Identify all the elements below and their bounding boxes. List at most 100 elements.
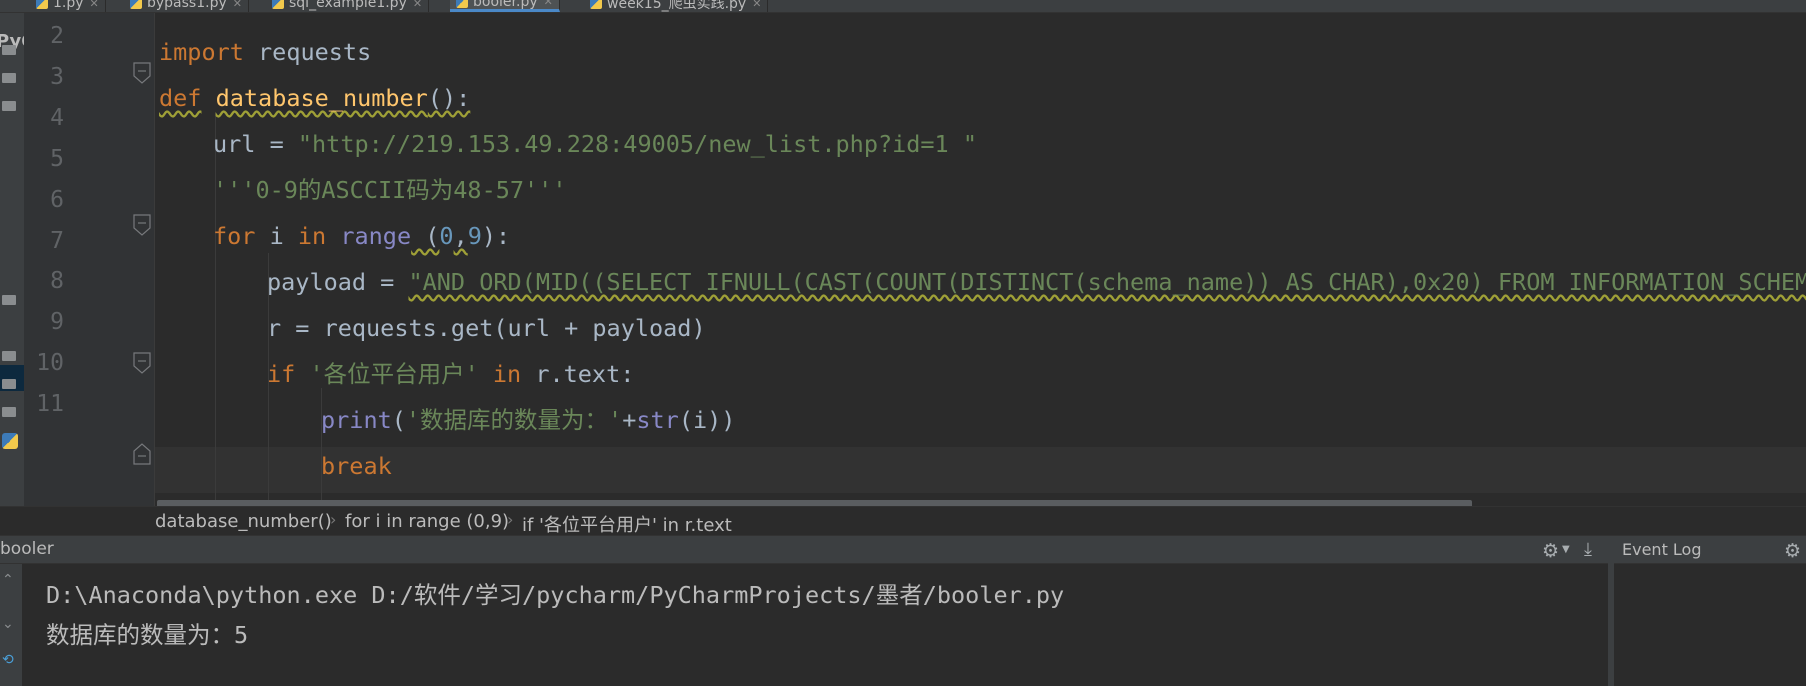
tab-bypass1-py[interactable]: bypass1.py ✕ [124,0,249,12]
number-literal: 0 [439,222,454,250]
code-text: url = [213,130,298,158]
keyword: in [297,222,327,250]
tab-1-py[interactable]: 1.py ✕ [30,0,106,12]
keyword: if [267,360,296,388]
close-icon[interactable]: ✕ [413,0,422,10]
folder-icon[interactable] [2,101,16,111]
editor-tab-bar: 1.py ✕ bypass1.py ✕ sql_example1.py ✕ bo… [0,0,1806,13]
line-number: 11 [36,391,64,417]
code-text: ( [391,406,406,434]
string-literal: '数据库的数量为：' [405,406,623,434]
code-text: , [453,222,468,250]
tab-sql-example1-py[interactable]: sql_example1.py ✕ [266,0,430,12]
current-line-highlight [155,447,1806,493]
line-number: 6 [50,187,64,213]
fold-end-icon[interactable] [133,443,151,465]
string-literal: '各位平台用户' [295,360,493,388]
rerun-icon[interactable]: ⟲ [2,652,14,668]
chevron-down-icon[interactable]: ▼ [1562,544,1570,555]
code-line-8: r = requests.get(url + payload) [267,305,706,351]
chevron-down-icon[interactable]: ⌄ [2,616,14,632]
folder-icon[interactable] [2,45,16,55]
breadcrumb-item[interactable]: for i in range (0,9) [345,511,509,532]
code-text: payload = [267,268,409,296]
tab-label: 1.py [53,0,84,11]
hide-panel-icon[interactable]: ⤓ [1584,539,1592,560]
folder-icon[interactable] [2,407,16,417]
close-icon[interactable]: ✕ [233,0,242,10]
code-line-6: for i in range (0,9): [213,213,510,259]
code-line-2: import requests [159,29,371,75]
tab-label: booler.py [473,0,538,10]
code-line-10: print('数据库的数量为：'+str(i)) [321,397,735,443]
code-text: ( [411,222,440,250]
python-file-icon [36,0,48,9]
fold-collapse-icon[interactable] [133,352,151,374]
code-line-5: '''0-9的ASCCII码为48-57''' [213,167,566,213]
code-text: requests [243,38,372,66]
tab-label: bypass1.py [147,0,227,11]
tab-week15-py[interactable]: week15_爬虫实践.py ✕ [584,0,769,12]
function-name: database_number [215,84,428,112]
line-number: 3 [50,64,64,90]
code-line-7: payload = "AND ORD(MID((SELECT IFNULL(CA… [267,259,1806,305]
breadcrumb-item[interactable]: if '各位平台用户' in r.text [522,511,732,537]
fold-collapse-icon[interactable] [133,214,151,236]
event-log-header: Event Log ⚙ [1614,536,1806,564]
python-file-icon [130,0,142,9]
line-number: 10 [36,350,64,376]
fold-collapse-icon[interactable] [133,62,151,84]
keyword: import [159,38,244,66]
code-editor[interactable]: import requests def database_number(): u… [155,13,1806,506]
keyword: in [492,360,522,388]
code-text: ): [481,222,511,250]
line-number: 7 [50,228,64,254]
code-line-4: url = "http://219.153.49.228:49005/new_l… [213,121,977,167]
tab-label: week15_爬虫实践.py [607,0,747,12]
folder-icon[interactable] [2,379,16,389]
folder-icon[interactable] [2,295,16,305]
code-text: r.text: [521,360,635,388]
close-icon[interactable]: ✕ [752,0,761,10]
run-toolbar: ⌃ ⌄ ⟲ [0,564,22,686]
chevron-right-icon: › [507,510,514,529]
run-panel-header: booler ⚙ ▼ ⤓ [0,536,1608,564]
string-literal: "AND ORD(MID((SELECT IFNULL(CAST(COUNT(D… [408,268,1806,296]
gear-icon[interactable]: ⚙ [1542,540,1559,562]
code-line-3: def database_number(): [159,75,470,121]
chevron-right-icon: › [330,510,337,529]
tab-booler-py[interactable]: booler.py ✕ [450,0,560,12]
breadcrumb-item[interactable]: database_number() [155,511,332,532]
code-text: (): [427,84,471,112]
chevron-up-icon[interactable]: ⌃ [2,572,14,588]
folder-icon[interactable] [2,351,16,361]
keyword: break [321,452,392,480]
builtin: range [340,222,412,250]
code-text: i [255,222,298,250]
run-console-output[interactable]: D:\Anaconda\python.exe D:/软件/学习/pycharm/… [22,564,1608,686]
line-number: 9 [50,309,64,335]
keyword: for [213,222,256,250]
breadcrumb: database_number() › for i in range (0,9)… [0,506,1806,536]
python-file-icon [272,0,284,9]
close-icon[interactable]: ✕ [90,0,99,10]
code-text: + [622,406,637,434]
code-text: r = requests.get(url + payload) [267,314,706,342]
python-file-icon [456,0,468,8]
project-tool-strip: PyC [0,13,24,533]
line-number: 4 [50,105,64,131]
console-line: D:\Anaconda\python.exe D:/软件/学习/pycharm/… [46,581,1065,609]
python-file-icon [590,0,602,9]
folder-icon[interactable] [2,73,16,83]
tab-label: sql_example1.py [289,0,407,11]
gear-icon[interactable]: ⚙ [1784,540,1801,562]
keyword: def [159,84,202,112]
code-line-11: break [321,443,392,489]
console-line: 数据库的数量为：5 [46,621,249,649]
string-literal: "http://219.153.49.228:49005/new_list.ph… [297,130,978,158]
python-file-icon[interactable] [2,433,18,449]
number-literal: 9 [467,222,482,250]
code-text: (i)) [678,406,736,434]
close-icon[interactable]: ✕ [544,0,553,8]
docstring: '''0-9的ASCCII码为48-57''' [213,176,567,204]
